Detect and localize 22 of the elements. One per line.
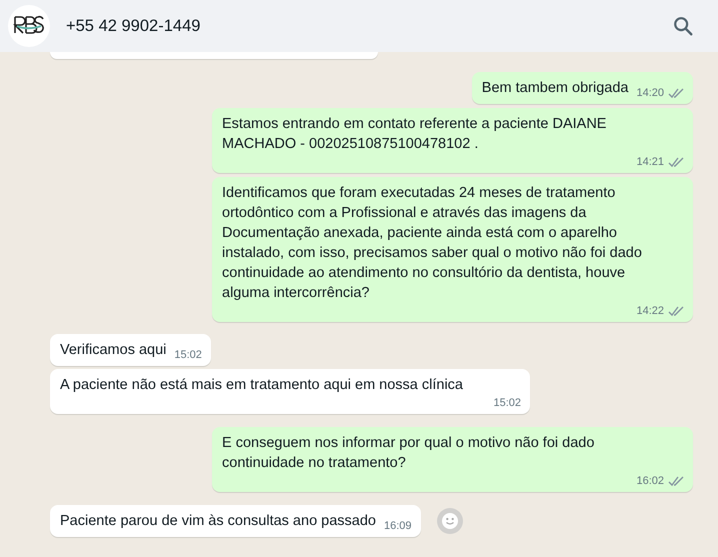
message-time: 15:02 <box>174 349 202 362</box>
message-text: Identificamos que foram executadas 24 meses de tratamento ortodôntico com a Profissional e através das imagens da Documentação anexada, paciente ainda está com o aparelho instalado, com isso, precisamos saber qual o motivo não foi dado continuidade ao atendimento no consultório da dentista, houve alguma intercorrência? <box>222 184 643 303</box>
message-text: E conseguem nos informar por qual o motivo não foi dado continuidade no tratamento? <box>222 434 596 473</box>
message-text: Paciente parou de vim às consultas ano passado <box>60 512 376 531</box>
message-text: A paciente não está mais em tratamento aqui em nossa clínica <box>60 376 463 395</box>
message-time: 14:21 <box>636 156 664 169</box>
message-time: 16:02 <box>636 475 664 488</box>
message-time: 14:22 <box>636 305 664 318</box>
message-time: 16:09 <box>384 520 412 533</box>
contact-avatar[interactable] <box>8 5 50 47</box>
double-check-icon <box>668 157 684 168</box>
contact-name: +55 42 9902-1449 <box>66 16 200 37</box>
message-text: Estamos entrando em contato referente a paciente DAIANE MACHADO - 00202510875100478102 . <box>222 115 608 154</box>
double-check-icon <box>668 476 684 487</box>
message-text: Verificamos aqui <box>60 341 166 360</box>
message-time: 14:20 <box>636 87 664 100</box>
message-text: Bem tambem obrigada <box>482 79 628 98</box>
message-time: 15:02 <box>493 397 521 410</box>
smiley-icon <box>440 512 459 530</box>
search-icon <box>672 14 694 37</box>
double-check-icon <box>668 88 684 99</box>
double-check-icon <box>668 306 684 317</box>
